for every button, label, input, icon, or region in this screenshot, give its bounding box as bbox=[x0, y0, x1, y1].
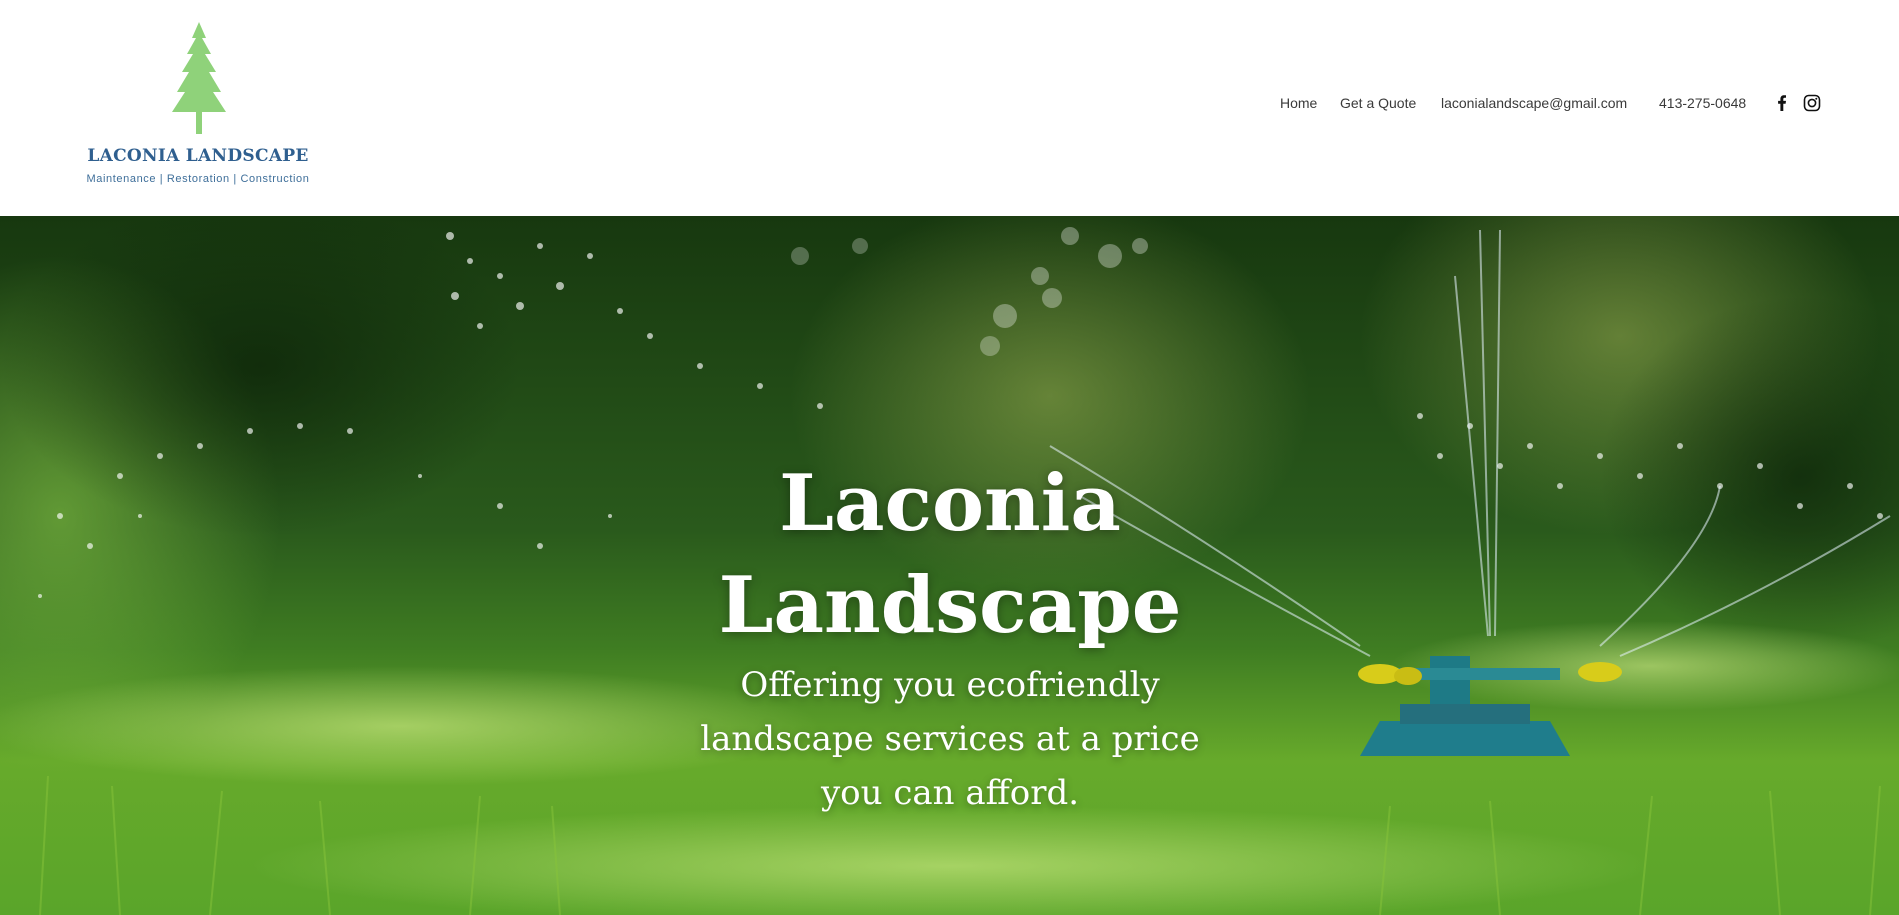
nav-home[interactable]: Home bbox=[1280, 95, 1317, 111]
instagram-icon[interactable] bbox=[1803, 94, 1821, 112]
nav-get-a-quote[interactable]: Get a Quote bbox=[1340, 95, 1416, 111]
nav-phone-link[interactable]: 413-275-0648 bbox=[1659, 95, 1746, 111]
pine-tree-logo-icon bbox=[172, 22, 226, 134]
hero-section: Laconia Landscape Offering you ecofriend… bbox=[0, 216, 1899, 915]
hero-subtitle: Offering you ecofriendly landscape servi… bbox=[700, 665, 1200, 813]
nav-email-link[interactable]: laconialandscape@gmail.com bbox=[1441, 95, 1627, 111]
logo-name: LACONIA LANDSCAPE bbox=[87, 146, 309, 166]
logo-tagline: Maintenance | Restoration | Construction bbox=[86, 173, 310, 185]
site-header: LACONIA LANDSCAPE Maintenance | Restorat… bbox=[0, 0, 1899, 216]
logo[interactable]: LACONIA LANDSCAPE Maintenance | Restorat… bbox=[70, 22, 326, 192]
facebook-icon[interactable] bbox=[1773, 94, 1791, 112]
hero-title: Laconia Landscape bbox=[718, 458, 1182, 652]
